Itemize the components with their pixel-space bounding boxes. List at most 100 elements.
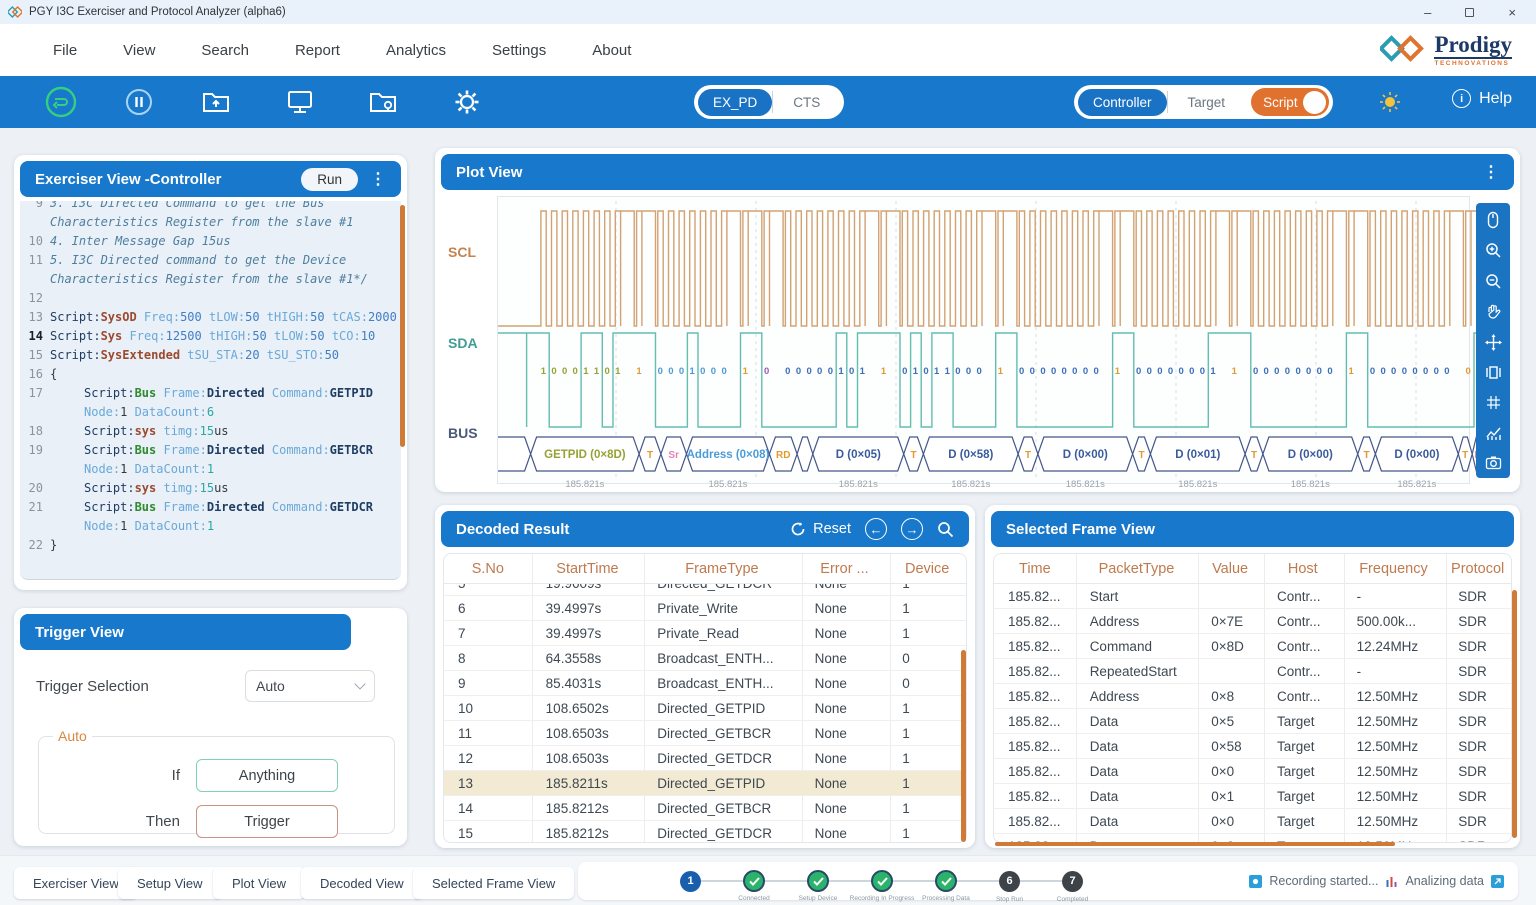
table-row[interactable]: 185.82...Address0×8Contr...12.50MHzSDR (994, 684, 1511, 709)
column-header[interactable]: Host (1263, 561, 1343, 577)
kebab-menu-icon[interactable]: ⋮ (370, 169, 386, 189)
table-row[interactable]: 185.82...Address0×7EContr...500.00k...SD… (994, 609, 1511, 634)
table-row[interactable]: 10108.6502sDirected_GETPIDNone1 (444, 696, 966, 721)
svg-text:RD: RD (776, 450, 790, 461)
script-editor[interactable]: 93. I3C Directed Command to get the BusC… (20, 201, 401, 580)
screenshot-camera-icon[interactable] (1485, 455, 1502, 470)
zoom-in-icon[interactable] (1485, 242, 1502, 259)
table-cell: 39.4997s (532, 626, 644, 641)
kebab-menu-icon[interactable]: ⋮ (1483, 162, 1499, 182)
reset-button[interactable]: Reset (790, 521, 851, 537)
column-header[interactable]: Device (888, 561, 966, 577)
table-row[interactable]: 185.82Data0×0Target12.50MHzSDR (994, 834, 1511, 842)
table-row[interactable]: 15185.8212sDirected_GETDCRNone1 (444, 821, 966, 842)
table-cell: Directed_GETDCR (643, 584, 800, 591)
analytics-chart-icon[interactable] (1485, 425, 1502, 442)
table-row[interactable]: 639.4997sPrivate_WriteNone1 (444, 596, 966, 621)
menu-analytics[interactable]: Analytics (363, 42, 469, 59)
table-row[interactable]: 185.82...Command0×8DContr...12.24MHzSDR (994, 634, 1511, 659)
plot-title: Plot View (456, 164, 522, 181)
pause-icon[interactable] (123, 86, 155, 118)
selected-frame-hscrollbar[interactable] (995, 842, 1395, 846)
tab-decoded-view[interactable]: Decoded View (301, 867, 423, 899)
maximize-icon[interactable] (1465, 8, 1474, 17)
table-row[interactable]: 185.82...RepeatedStartContr...-SDR (994, 659, 1511, 684)
tab-setup-view[interactable]: Setup View (118, 867, 222, 899)
table-row[interactable]: 185.82...Data0×0Target12.50MHzSDR (994, 759, 1511, 784)
svg-text:T: T (1462, 450, 1468, 461)
pan-hand-icon[interactable] (1485, 303, 1502, 320)
svg-text:0: 0 (1274, 366, 1279, 377)
expand-status-icon[interactable] (1491, 875, 1504, 888)
help-button[interactable]: i Help (1452, 89, 1512, 108)
menu-view[interactable]: View (100, 42, 178, 59)
settings-gear-icon[interactable] (451, 86, 483, 118)
ex-pd-button[interactable]: EX_PD (698, 89, 772, 116)
svg-text:1: 1 (913, 366, 919, 377)
column-header[interactable]: Frequency (1343, 561, 1445, 577)
column-header[interactable]: Protocol (1444, 561, 1511, 577)
folder-export-icon[interactable] (200, 86, 232, 118)
next-arrow-button[interactable]: → (901, 518, 923, 540)
zoom-out-icon[interactable] (1485, 273, 1502, 290)
column-header[interactable]: Time (994, 561, 1076, 577)
table-cell: 1 (888, 701, 966, 716)
run-sequence-icon[interactable] (45, 86, 77, 118)
decoded-scrollbar[interactable] (961, 650, 966, 842)
trigger-selection-dropdown[interactable]: Auto (245, 670, 375, 702)
script-toggle[interactable]: Script (1251, 88, 1329, 116)
controller-button[interactable]: Controller (1078, 89, 1167, 116)
column-header[interactable]: S.No (444, 561, 532, 577)
menu-report[interactable]: Report (272, 42, 363, 59)
then-action-button[interactable]: Trigger (196, 805, 338, 838)
folder-location-icon[interactable] (367, 86, 399, 118)
fit-view-icon[interactable] (1485, 364, 1502, 381)
cts-button[interactable]: CTS (773, 95, 840, 110)
tab-plot-view[interactable]: Plot View (213, 867, 305, 899)
run-button[interactable]: Run (301, 168, 358, 191)
svg-text:1: 1 (1232, 366, 1238, 377)
monitor-icon[interactable] (284, 86, 316, 118)
column-header[interactable]: Value (1197, 561, 1263, 577)
table-row[interactable]: 739.4997sPrivate_ReadNone1 (444, 621, 966, 646)
menu-about[interactable]: About (569, 42, 654, 59)
plot-view-panel: Plot View ⋮ SCL SDA BUS 1000110110001000… (435, 148, 1520, 492)
table-row[interactable]: 985.4031sBroadcast_ENTH...None0 (444, 671, 966, 696)
column-header[interactable]: PacketType (1076, 561, 1198, 577)
table-row[interactable]: 11108.6503sDirected_GETBCRNone1 (444, 721, 966, 746)
search-icon[interactable] (937, 521, 954, 538)
column-header[interactable]: FrameType (643, 561, 800, 577)
svg-text:0: 0 (1083, 366, 1088, 377)
table-row[interactable]: 185.82...Data0×5Target12.50MHzSDR (994, 709, 1511, 734)
editor-scrollbar[interactable] (400, 205, 405, 447)
waveform-plot[interactable]: 1000110110001000100000010110101100010000… (497, 196, 1470, 484)
prev-arrow-button[interactable]: ← (865, 518, 887, 540)
table-row[interactable]: 13185.8211sDirected_GETPIDNone1 (444, 771, 966, 796)
table-row[interactable]: 185.82...Data0×0Target12.50MHzSDR (994, 809, 1511, 834)
menu-settings[interactable]: Settings (469, 42, 569, 59)
selected-frame-scrollbar[interactable] (1512, 590, 1517, 838)
menu-search[interactable]: Search (178, 42, 272, 59)
table-cell: 185.82... (994, 739, 1076, 754)
column-header[interactable]: Error ... (801, 561, 889, 577)
table-row[interactable]: 185.82...Data0×1Target12.50MHzSDR (994, 784, 1511, 809)
move-icon[interactable] (1485, 334, 1502, 351)
table-row[interactable]: 519.9609sDirected_GETDCRNone1 (444, 584, 966, 596)
table-row[interactable]: 185.82...StartContr...-SDR (994, 584, 1511, 609)
close-icon[interactable]: × (1508, 6, 1516, 19)
menu-file[interactable]: File (30, 42, 100, 59)
grid-icon[interactable] (1485, 394, 1502, 411)
minimize-icon[interactable]: – (1424, 6, 1431, 19)
table-row[interactable]: 12108.6503sDirected_GETDCRNone1 (444, 746, 966, 771)
table-row[interactable]: 14185.8212sDirected_GETBCRNone1 (444, 796, 966, 821)
theme-sun-icon[interactable] (1374, 86, 1406, 118)
mouse-pointer-icon[interactable] (1485, 211, 1501, 229)
table-row[interactable]: 864.3558sBroadcast_ENTH...None0 (444, 646, 966, 671)
if-condition-button[interactable]: Anything (196, 759, 338, 792)
progress-step: 7Completed (1062, 871, 1083, 892)
column-header[interactable]: StartTime (532, 561, 644, 577)
table-row[interactable]: 185.82...Data0×58Target12.50MHzSDR (994, 734, 1511, 759)
tab-selected-frame-view[interactable]: Selected Frame View (413, 867, 574, 899)
svg-text:0: 0 (1072, 366, 1077, 377)
target-button[interactable]: Target (1168, 95, 1246, 110)
